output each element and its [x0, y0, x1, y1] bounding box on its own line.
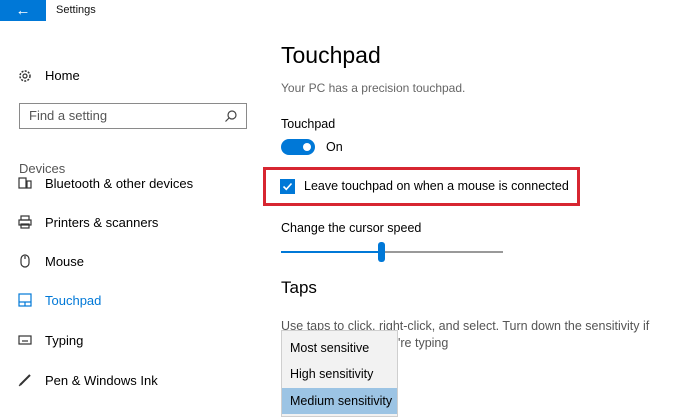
sidebar-item-label: Typing	[45, 332, 84, 348]
touchpad-toggle-label: Touchpad	[281, 117, 336, 131]
gear-icon	[18, 69, 32, 83]
checkmark-icon	[282, 182, 293, 191]
dropdown-option-high-sensitivity[interactable]: High sensitivity	[282, 361, 397, 387]
bluetooth-devices-icon	[18, 176, 32, 190]
sidebar-item-label: Printers & scanners	[45, 214, 159, 230]
taps-section-title: Taps	[281, 278, 317, 297]
touchpad-toggle[interactable]	[281, 139, 315, 155]
sidebar: Home Devices Bluetooth & other devices P…	[0, 21, 262, 417]
window-title: Settings	[56, 4, 96, 16]
sidebar-item-label: Mouse	[45, 253, 85, 269]
sidebar-item-label: Pen & Windows Ink	[45, 372, 158, 388]
slider-track-filled	[281, 251, 381, 253]
sidebar-item-typing[interactable]: Typing	[18, 329, 83, 351]
mouse-connected-checkbox-label[interactable]: Leave touchpad on when a mouse is connec…	[304, 179, 569, 193]
sidebar-item-pen[interactable]: Pen & Windows Ink	[18, 369, 158, 391]
search-icon[interactable]	[224, 109, 238, 123]
sidebar-item-home[interactable]: Home	[18, 68, 80, 83]
search-input[interactable]	[29, 108, 219, 123]
sidebar-item-label: Bluetooth & other devices	[45, 175, 194, 191]
back-button[interactable]: ←	[0, 0, 46, 21]
sidebar-item-touchpad[interactable]: Touchpad	[18, 289, 101, 311]
home-label: Home	[45, 68, 80, 83]
touchpad-icon	[18, 293, 32, 307]
mouse-connected-checkbox[interactable]	[280, 179, 295, 194]
sidebar-item-bluetooth[interactable]: Bluetooth & other devices	[18, 172, 193, 194]
sidebar-item-printers[interactable]: Printers & scanners	[18, 211, 158, 233]
slider-thumb[interactable]	[378, 242, 385, 262]
main-panel: Touchpad Your PC has a precision touchpa…	[262, 21, 700, 417]
printer-icon	[18, 215, 32, 229]
dropdown-option-medium-sensitivity[interactable]: Medium sensitivity	[282, 388, 397, 414]
page-subtitle: Your PC has a precision touchpad.	[281, 81, 466, 95]
cursor-speed-slider[interactable]	[281, 242, 503, 262]
title-bar: ← Settings	[0, 0, 700, 21]
mouse-icon	[18, 254, 32, 268]
toggle-knob	[303, 143, 311, 151]
dropdown-option-most-sensitive[interactable]: Most sensitive	[282, 335, 397, 361]
cursor-speed-label: Change the cursor speed	[281, 221, 422, 235]
slider-track-empty	[381, 251, 503, 253]
keyboard-icon	[18, 333, 32, 347]
back-arrow-icon: ←	[15, 2, 31, 19]
page-title: Touchpad	[281, 42, 381, 68]
sidebar-item-label: Touchpad	[45, 292, 102, 308]
sensitivity-dropdown[interactable]: Most sensitive High sensitivity Medium s…	[281, 330, 398, 417]
pen-icon	[18, 373, 32, 387]
search-box[interactable]	[19, 103, 247, 129]
toggle-state-label: On	[326, 140, 343, 154]
sidebar-item-mouse[interactable]: Mouse	[18, 250, 84, 272]
